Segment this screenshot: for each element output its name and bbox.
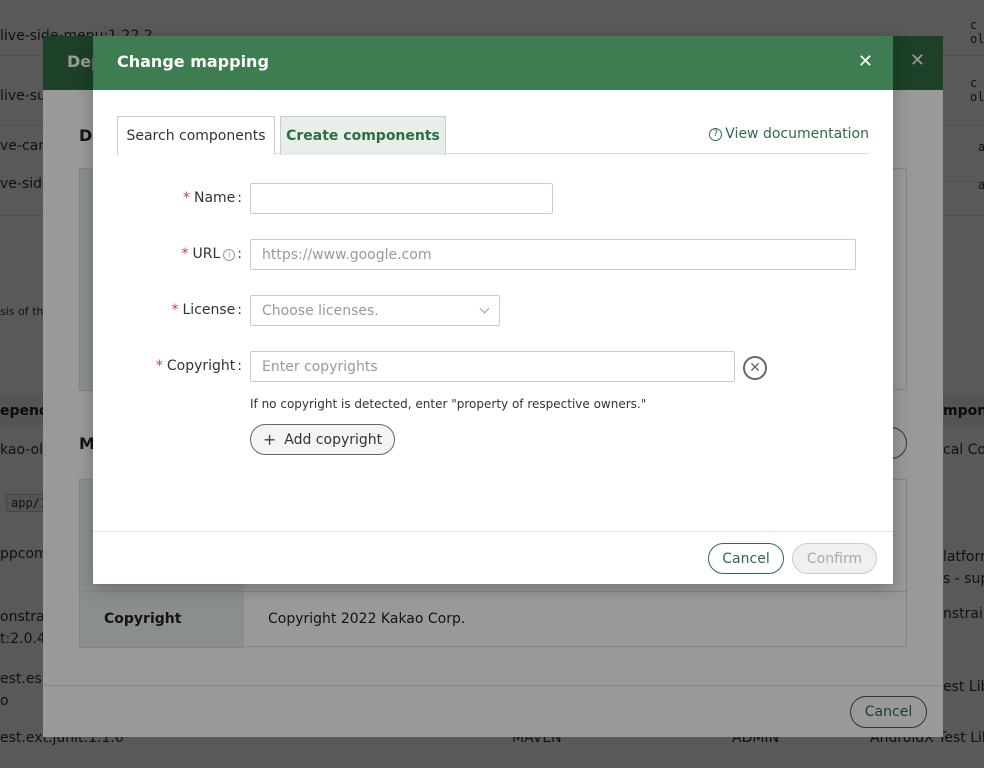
name-label-text: Name [193,190,236,206]
required-marker: * [155,358,163,374]
modal-footer: Cancel Confirm [93,531,893,584]
label-colon: : [237,302,242,318]
required-marker: * [181,246,189,262]
label-colon: : [237,358,242,374]
required-marker: * [182,190,190,206]
modal-title: Change mapping [117,52,269,71]
copyright-input[interactable] [250,351,735,382]
add-copyright-button[interactable]: + Add copyright [250,424,395,455]
tab-create-components[interactable]: Create components [280,116,446,155]
label-colon: : [237,190,242,206]
label-colon: : [237,246,242,262]
license-select-placeholder: Choose licenses. [262,302,379,319]
url-input[interactable] [250,239,856,270]
name-input[interactable] [250,183,553,214]
copyright-field-label: * Copyright: [156,358,242,374]
url-label-text: URL [192,246,221,262]
info-icon[interactable]: i [223,249,236,261]
license-label: * License: [172,302,243,318]
name-label: * Name: [183,190,242,206]
cancel-button[interactable]: Cancel [708,543,784,574]
tab-bar: Search components Create components ? Vi… [117,116,869,155]
chevron-down-icon [479,303,490,314]
copyright-hint: If no copyright is detected, enter "prop… [250,397,647,411]
remove-copyright-icon[interactable]: ✕ [743,356,767,380]
add-copyright-label: Add copyright [284,431,383,448]
view-documentation-link[interactable]: ? View documentation [709,126,869,142]
license-select[interactable]: Choose licenses. [250,295,500,326]
license-label-text: License [182,302,236,318]
confirm-button[interactable]: Confirm [792,543,877,574]
url-label: * URL i: [182,246,243,262]
plus-icon: + [262,430,277,449]
change-mapping-modal: Change mapping ✕ Search components Creat… [93,36,893,584]
copyright-label-text: Copyright [166,358,236,374]
required-marker: * [171,302,179,318]
close-icon[interactable]: ✕ [858,51,873,72]
help-icon: ? [709,127,723,141]
tab-search-components[interactable]: Search components [117,116,275,155]
view-documentation-label: View documentation [725,126,869,142]
modal-header: Change mapping ✕ [93,36,893,90]
